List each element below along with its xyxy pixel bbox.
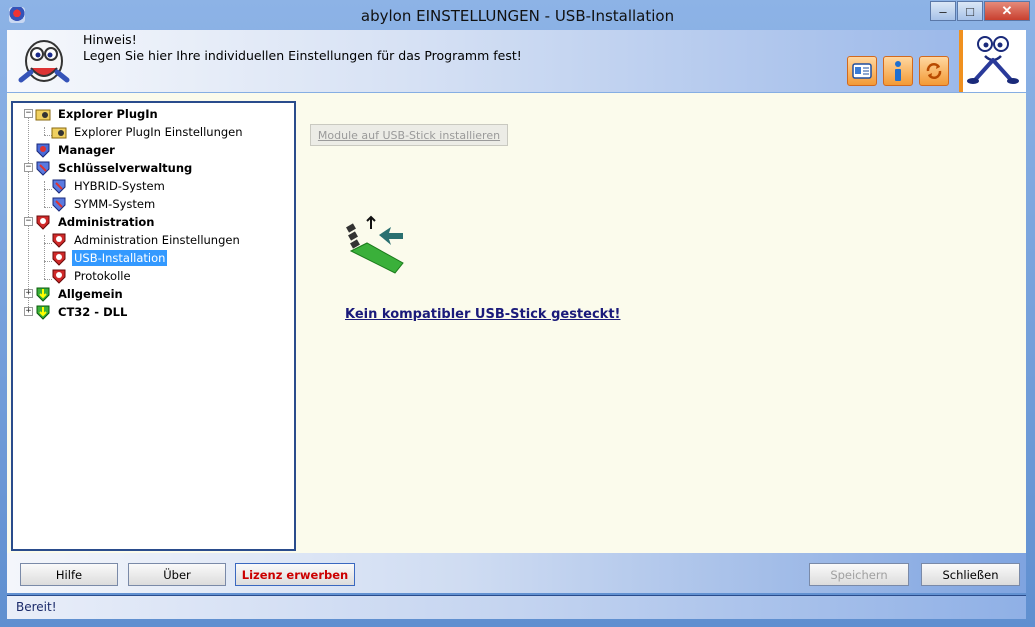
shield-blue-icon: [36, 161, 50, 176]
tree-item-hybrid-system[interactable]: HYBRID-System: [51, 177, 167, 194]
manager-icon: [36, 143, 50, 158]
shield-green-icon: [36, 305, 50, 320]
shield-red-icon: [36, 215, 50, 230]
card-button[interactable]: [847, 56, 877, 86]
tree-item-administration[interactable]: Administration: [35, 213, 157, 230]
about-button[interactable]: Über: [128, 563, 226, 586]
tree-item-label: Schlüsselverwaltung: [58, 160, 193, 175]
status-bar: Bereit!: [7, 595, 1026, 619]
tree-expander[interactable]: −: [24, 109, 33, 118]
usb-stick-icon: [346, 215, 404, 274]
content-area: Explorer PlugIn − Explorer PlugIn Einste…: [7, 93, 1026, 553]
application-window: abylon EINSTELLUNGEN - USB-Installation …: [0, 0, 1035, 627]
refresh-button[interactable]: [919, 56, 949, 86]
tree-item-protokolle[interactable]: Protokolle: [51, 267, 133, 284]
tree-item-manager[interactable]: Manager: [35, 141, 117, 158]
tree-expander[interactable]: +: [24, 307, 33, 316]
shield-red-icon: [52, 233, 66, 248]
info-button[interactable]: [883, 56, 913, 86]
shield-red-icon: [52, 251, 66, 266]
abylon-logo-icon: [967, 36, 1019, 84]
folder-key-icon: [35, 109, 51, 120]
help-button[interactable]: Hilfe: [20, 563, 118, 586]
tree-item-label-selected: USB-Installation: [72, 249, 168, 266]
status-text: Bereit!: [16, 600, 57, 614]
usb-status-link[interactable]: Kein kompatibler USB-Stick gesteckt!: [345, 307, 620, 322]
tree-item-symm-system[interactable]: SYMM-System: [51, 195, 157, 212]
tree-item-explorer-plugin[interactable]: Explorer PlugIn: [35, 105, 160, 122]
tree-item-label: Manager: [58, 142, 115, 157]
shield-red-icon: [52, 269, 66, 284]
shield-green-icon: [36, 287, 50, 302]
minimize-button[interactable]: –: [930, 1, 956, 21]
folder-key-icon: [51, 127, 67, 138]
install-modules-button[interactable]: Module auf USB-Stick installieren: [310, 124, 508, 146]
card-icon: [852, 63, 872, 79]
close-dialog-button[interactable]: Schließen: [921, 563, 1020, 586]
window-title: abylon EINSTELLUNGEN - USB-Installation: [360, 7, 675, 25]
tree-item-explorer-plugin-einstellungen[interactable]: Explorer PlugIn Einstellungen: [51, 123, 245, 140]
tree-item-schluesselverwaltung[interactable]: Schlüsselverwaltung: [35, 159, 194, 176]
tree-expander[interactable]: +: [24, 289, 33, 298]
tree-expander[interactable]: −: [24, 163, 33, 172]
tree-item-label: Explorer PlugIn: [58, 106, 158, 121]
refresh-icon: [926, 63, 942, 79]
tree-item-label: Allgemein: [58, 286, 123, 301]
tree-item-label: SYMM-System: [74, 196, 156, 211]
tree-item-label: Administration: [58, 214, 155, 229]
brand-logo: [959, 30, 1026, 92]
tree-item-ct32-dll[interactable]: CT32 - DLL: [35, 303, 129, 320]
info-icon: [895, 61, 901, 81]
hint-text: Legen Sie hier Ihre individuellen Einste…: [83, 48, 522, 63]
hint-title: Hinweis!: [83, 32, 137, 47]
mascot-icon: [18, 40, 70, 83]
tree-item-label: CT32 - DLL: [58, 304, 128, 319]
tree-item-label: Administration Einstellungen: [74, 232, 240, 247]
tree-expander[interactable]: −: [24, 217, 33, 226]
tree-item-administration-einstellungen[interactable]: Administration Einstellungen: [51, 231, 242, 248]
hint-header: Hinweis! Legen Sie hier Ihre individuell…: [7, 30, 1026, 92]
shield-blue-icon: [52, 197, 66, 212]
shield-blue-icon: [52, 179, 66, 194]
tree-item-usb-installation[interactable]: USB-Installation: [51, 249, 168, 266]
settings-tree[interactable]: Explorer PlugIn − Explorer PlugIn Einste…: [11, 101, 296, 551]
tree-item-allgemein[interactable]: Allgemein: [35, 285, 125, 302]
save-button[interactable]: Speichern: [809, 563, 909, 586]
button-bar: Hilfe Über Lizenz erwerben Speichern Sch…: [7, 553, 1026, 593]
tree-item-label: Protokolle: [74, 268, 131, 283]
buy-license-button[interactable]: Lizenz erwerben: [235, 563, 355, 586]
title-bar[interactable]: abylon EINSTELLUNGEN - USB-Installation …: [0, 0, 1035, 30]
tree-item-label: Explorer PlugIn Einstellungen: [74, 124, 243, 139]
close-button[interactable]: ✕: [984, 1, 1030, 21]
maximize-button[interactable]: □: [957, 1, 983, 21]
tree-item-label: HYBRID-System: [74, 178, 165, 193]
